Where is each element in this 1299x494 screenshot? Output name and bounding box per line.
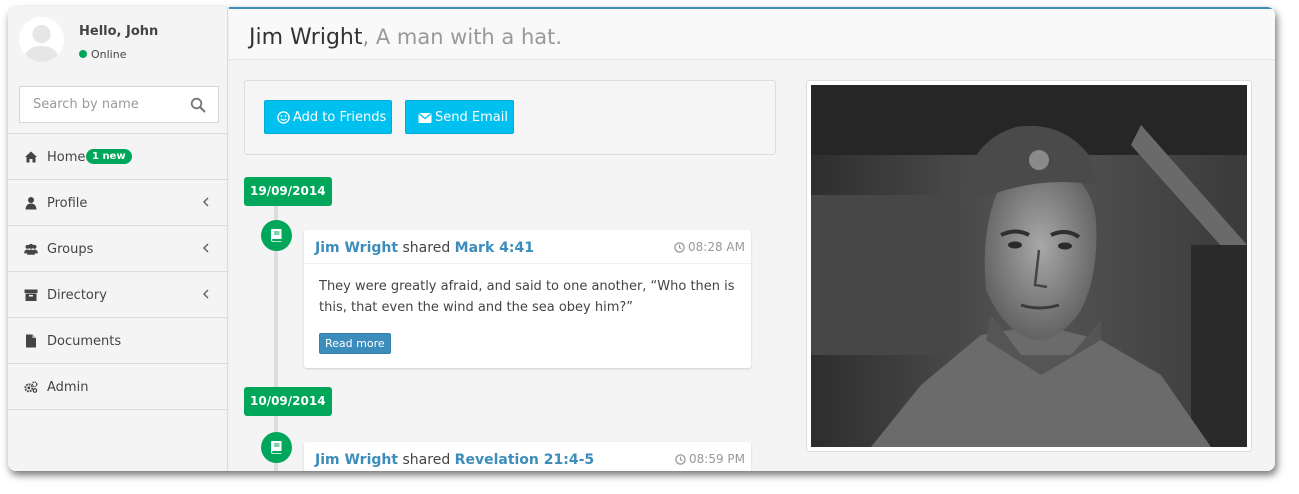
user-status: Online [79,48,126,61]
chevron-left-icon [202,197,209,207]
home-icon [25,151,37,163]
timeline-date-label: 19/09/2014 [244,177,332,206]
profile-name: Jim Wright [249,25,363,50]
profile-actions: Add to Friends Send Email [244,80,776,155]
page-header: Jim Wright, A man with a hat. [229,9,1275,60]
sidebar-item-label: Groups [47,242,94,257]
author-link[interactable]: Jim Wright [315,452,398,468]
book-icon [271,229,282,242]
timeline-time: 08:59 PM [675,452,745,466]
profile-photo[interactable] [811,85,1247,447]
action-verb: shared [402,240,451,256]
send-email-button[interactable]: Send Email [405,100,514,134]
user-greeting: Hello, John [79,24,159,39]
read-more-button[interactable]: Read more [319,333,391,354]
new-count-badge: 1 new [86,149,132,164]
online-status-icon [79,50,87,58]
sidebar-item-home[interactable]: Home 1 new [8,134,228,180]
add-to-friends-label: Add to Friends [293,109,387,125]
chevron-left-icon [202,289,209,299]
timeline-date-label: 10/09/2014 [244,387,332,416]
book-icon [271,441,282,454]
envelope-icon [418,112,432,123]
sidebar-item-documents[interactable]: Documents [8,318,228,364]
main-content: Jim Wright, A man with a hat. Add to Fri… [229,7,1275,471]
timeline-marker [261,432,292,463]
cogs-icon [24,381,38,393]
smile-icon [277,110,290,124]
page-title: Jim Wright, A man with a hat. [249,25,562,50]
time-value: 08:59 PM [689,452,745,466]
timeline-item-title: Jim Wright shared Mark 4:41 [315,240,534,256]
profile-subtitle: , A man with a hat. [362,25,563,49]
timeline-time: 08:28 AM [674,240,745,254]
sidebar-menu: Home 1 new Profile Groups Directory Docu… [8,133,228,410]
search-icon[interactable] [190,97,206,113]
timeline-item: Jim Wright shared Revelation 21:4-5 08:5… [304,442,751,471]
timeline-marker [261,220,292,251]
sidebar-item-label: Home [47,150,86,165]
sidebar-item-admin[interactable]: Admin [8,364,228,410]
users-icon [24,243,38,255]
user-status-label: Online [91,48,127,61]
reference-link[interactable]: Revelation 21:4-5 [455,452,594,468]
portrait-image [811,85,1247,447]
sidebar-item-label: Directory [47,288,107,303]
sidebar-item-profile[interactable]: Profile [8,180,228,226]
sidebar-item-label: Admin [47,380,89,395]
time-value: 08:28 AM [688,240,745,254]
clock-icon [674,242,685,253]
reference-link[interactable]: Mark 4:41 [455,240,534,256]
profile-photo-frame [806,80,1252,452]
search-input[interactable] [20,87,185,122]
user-panel: Hello, John Online [8,7,228,77]
app-window: Hello, John Online Home 1 new [8,7,1275,471]
sidebar-search [19,86,219,123]
sidebar-item-groups[interactable]: Groups [8,226,228,272]
archive-icon [24,289,38,301]
timeline-item-body: They were greatly afraid, and said to on… [319,279,735,315]
timeline-item-header: Jim Wright shared Mark 4:41 08:28 AM [304,230,751,264]
file-icon [26,334,36,348]
avatar[interactable] [19,17,64,62]
user-icon [25,197,37,210]
send-email-label: Send Email [435,109,508,125]
avatar-icon [19,17,64,62]
timeline-item-footer: Read more [304,318,751,368]
add-to-friends-button[interactable]: Add to Friends [264,100,392,134]
chevron-left-icon [202,243,209,253]
action-verb: shared [402,452,451,468]
timeline-item-title: Jim Wright shared Revelation 21:4-5 [315,452,594,468]
sidebar-item-directory[interactable]: Directory [8,272,228,318]
clock-icon [675,454,686,465]
sidebar-item-label: Documents [47,334,122,349]
timeline-item-header: Jim Wright shared Revelation 21:4-5 08:5… [304,442,751,471]
author-link[interactable]: Jim Wright [315,240,398,256]
sidebar-item-label: Profile [47,196,88,211]
sidebar: Hello, John Online Home 1 new [8,7,228,471]
timeline-item: Jim Wright shared Mark 4:41 08:28 AM The… [304,230,751,368]
